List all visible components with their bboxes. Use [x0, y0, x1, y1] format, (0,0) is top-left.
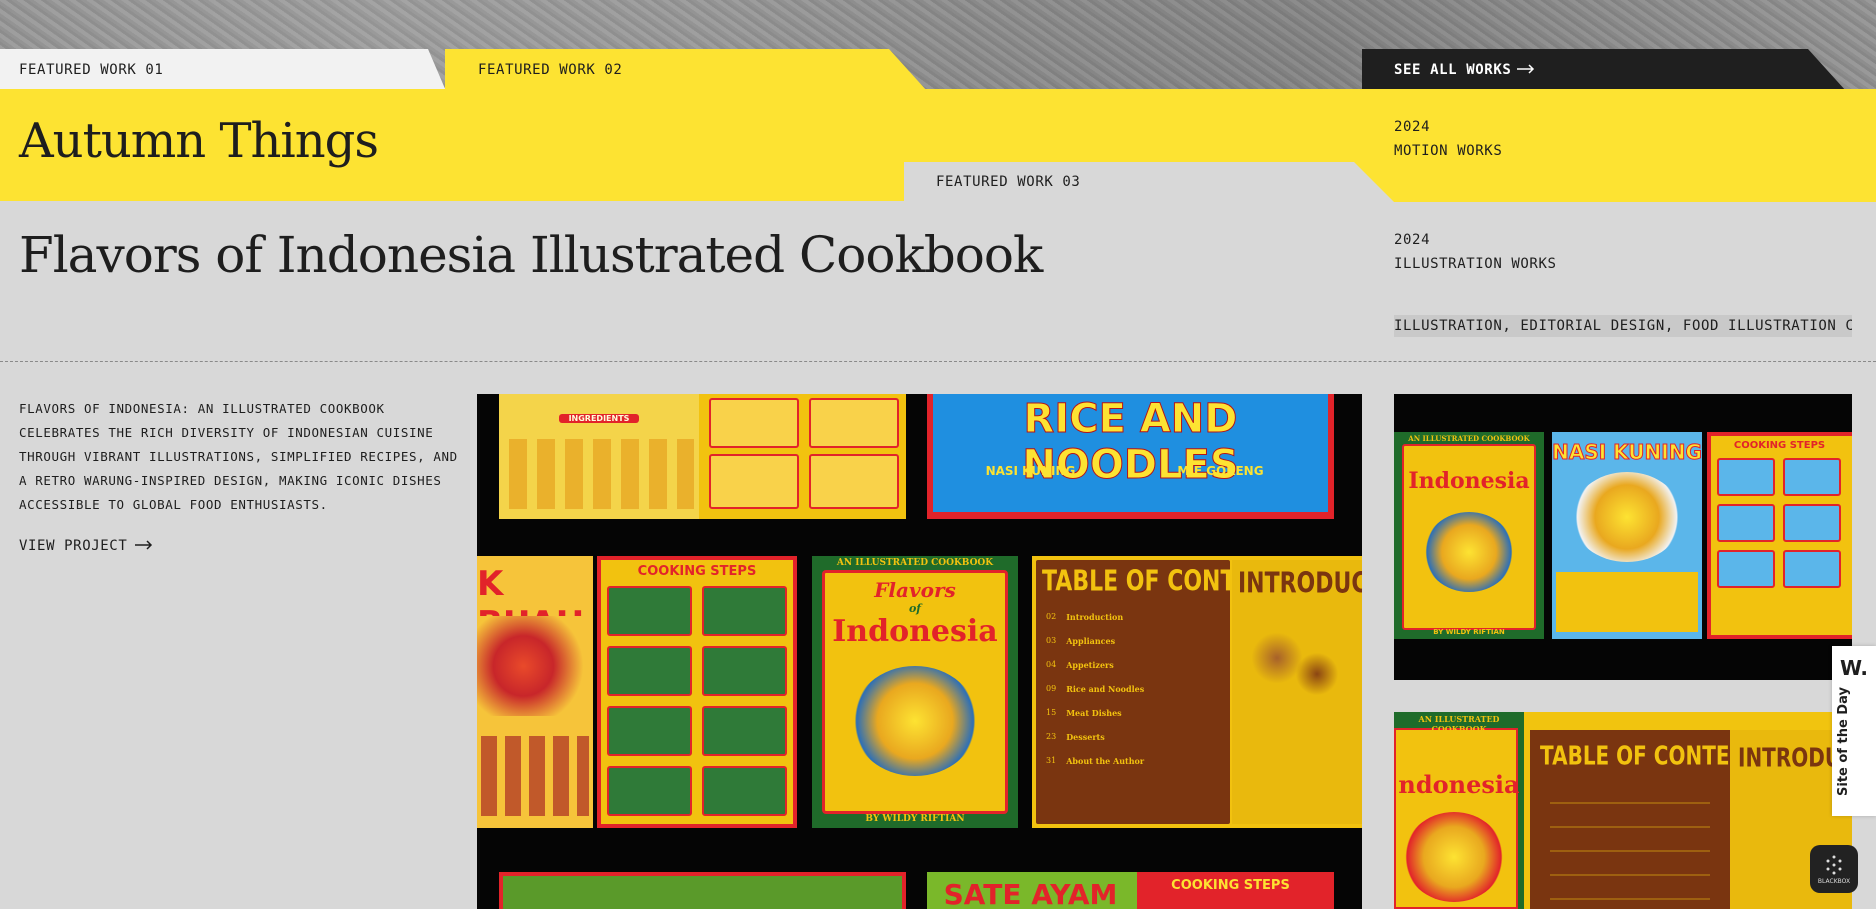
blackbox-label: BLACKBOX: [1817, 877, 1851, 885]
toc-item: 15 Meat Dishes: [1046, 708, 1226, 718]
see-all-label: SEE ALL WORKS: [1394, 62, 1512, 78]
site-of-the-day-badge[interactable]: W. Site of the Day: [1832, 646, 1876, 816]
award-label: Site of the Day: [1836, 687, 1851, 796]
work-title: Autumn Things: [19, 113, 379, 169]
mie-goreng-label: MIE GORENG: [1177, 464, 1264, 478]
tab-label: FEATURED WORK 02: [478, 62, 623, 78]
side-cooking-steps: COOKING STEPS: [1733, 440, 1826, 451]
toc-item: 04 Appetizers: [1046, 660, 1226, 670]
side2-cover-subtitle: AN ILLUSTRATED COOKBOOK: [1418, 714, 1500, 734]
toc-item: 02 Introduction: [1046, 612, 1226, 622]
toc-item: 23 Desserts: [1046, 732, 1226, 742]
gallery-image-cover: AN ILLUSTRATED COOKBOOK Flavors of Indon…: [812, 556, 1018, 828]
toc-page-number: 15: [1046, 708, 1057, 717]
gallery-image-sate-ayam: SATE AYAM COOKING STEPS: [927, 872, 1334, 909]
side2-toc-title: TABLE OF CONTENTS: [1540, 740, 1730, 772]
toc-item: 09 Rice and Noodles: [1046, 684, 1226, 694]
blackbox-badge[interactable]: BLACKBOX: [1810, 845, 1858, 893]
gallery-image-cooking-steps: COOKING STEPS: [597, 556, 797, 828]
cooking-steps-title: COOKING STEPS: [637, 564, 757, 579]
toc-item-label: Meat Dishes: [1066, 708, 1122, 718]
toc-page-number: 23: [1046, 732, 1057, 741]
side-image-toc[interactable]: AN ILLUSTRATED COOKBOOK ndonesia TABLE O…: [1394, 712, 1852, 909]
side-image-spreads[interactable]: AN ILLUSTRATED COOKBOOK Indonesia BY WIL…: [1394, 394, 1852, 680]
work-meta: 2024 ILLUSTRATION WORKS: [1394, 228, 1557, 276]
toc-item-label: Introduction: [1066, 612, 1124, 622]
toc-item-label: Desserts: [1066, 732, 1105, 742]
toc-item-label: About the Author: [1066, 756, 1145, 766]
arrow-right-icon: [1517, 62, 1535, 78]
gallery-image-ingredients-spread: INGREDIENTS: [499, 394, 906, 519]
tab-label: FEATURED WORK 03: [936, 174, 1081, 190]
tab-label: FEATURED WORK 01: [19, 62, 164, 78]
ingredients-label: INGREDIENTS: [559, 414, 639, 423]
toc-page-number: 03: [1046, 636, 1057, 645]
work-meta: 2024 MOTION WORKS: [1394, 115, 1502, 163]
toc-item: 03 Appliances: [1046, 636, 1226, 646]
view-project-link[interactable]: VIEW PROJECT: [19, 538, 153, 554]
toc-item-label: Rice and Noodles: [1066, 684, 1145, 694]
side-cover-title: Indonesia: [1408, 468, 1530, 494]
work-year: 2024: [1394, 119, 1431, 135]
gallery-image-table-of-contents: TABLE OF CONTENTS 02 Introduction 03 Applia…: [1032, 556, 1362, 828]
toc-page-number: 02: [1046, 612, 1057, 621]
dashed-divider: [0, 361, 1876, 362]
blackbox-icon: [1826, 855, 1842, 874]
toc-item-label: Appetizers: [1066, 660, 1114, 670]
project-description: FLAVORS OF INDONESIA: AN ILLUSTRATED COO…: [19, 401, 458, 512]
project-gallery[interactable]: INGREDIENTS RICE AND NOODLES NASI KUNING…: [477, 394, 1362, 909]
panel-edge: [1350, 162, 1876, 202]
gallery-image-recipe-spread: [499, 872, 906, 909]
arrow-right-icon: [135, 538, 153, 554]
cover-flavors: Flavors: [874, 578, 956, 602]
gallery-image-rice-noodles: RICE AND NOODLES NASI KUNING MIE GORENG: [927, 394, 1334, 519]
cover-subtitle: AN ILLUSTRATED COOKBOOK: [836, 558, 994, 568]
work-title: Flavors of Indonesia Illustrated Cookboo…: [19, 226, 1043, 284]
side-cover-author: BY WILDY RIFTIAN: [1433, 628, 1505, 636]
awwwards-logo: W.: [1839, 656, 1869, 680]
work-category: ILLUSTRATION WORKS: [1394, 256, 1557, 272]
tags-marquee: ILLUSTRATION, EDITORIAL DESIGN, FOOD ILL…: [1394, 315, 1852, 337]
toc-item: 31 About the Author: [1046, 756, 1226, 766]
cover-title: Indonesia: [832, 614, 998, 649]
work-category: MOTION WORKS: [1394, 143, 1503, 159]
toc-page-number: 09: [1046, 684, 1057, 693]
toc-page-number: 31: [1046, 756, 1057, 765]
view-project-label: VIEW PROJECT: [19, 538, 128, 554]
gallery-image-buah: K BUAH: [477, 556, 593, 828]
toc-list: 02 Introduction 03 Appliances 04 Appetizers 09…: [1046, 612, 1226, 780]
cooking-steps-title-2: COOKING STEPS: [1171, 878, 1290, 893]
side-cover-subtitle: AN ILLUSTRATED COOKBOOK: [1408, 434, 1530, 443]
work-year: 2024: [1394, 232, 1431, 248]
side-nasi-kuning: NASI KUNING: [1552, 440, 1702, 465]
toc-item-label: Appliances: [1066, 636, 1116, 646]
side2-cover-title: ndonesia: [1398, 770, 1520, 799]
intro-title: INTRODUCT: [1238, 568, 1362, 601]
tab-featured-work-01[interactable]: FEATURED WORK 01: [0, 49, 446, 91]
toc-page-number: 04: [1046, 660, 1057, 669]
cover-author: BY WILDY RIFTIAN: [865, 814, 965, 824]
see-all-works-button[interactable]: SEE ALL WORKS: [1362, 49, 1876, 91]
tab-featured-work-02[interactable]: FEATURED WORK 02: [445, 49, 927, 91]
